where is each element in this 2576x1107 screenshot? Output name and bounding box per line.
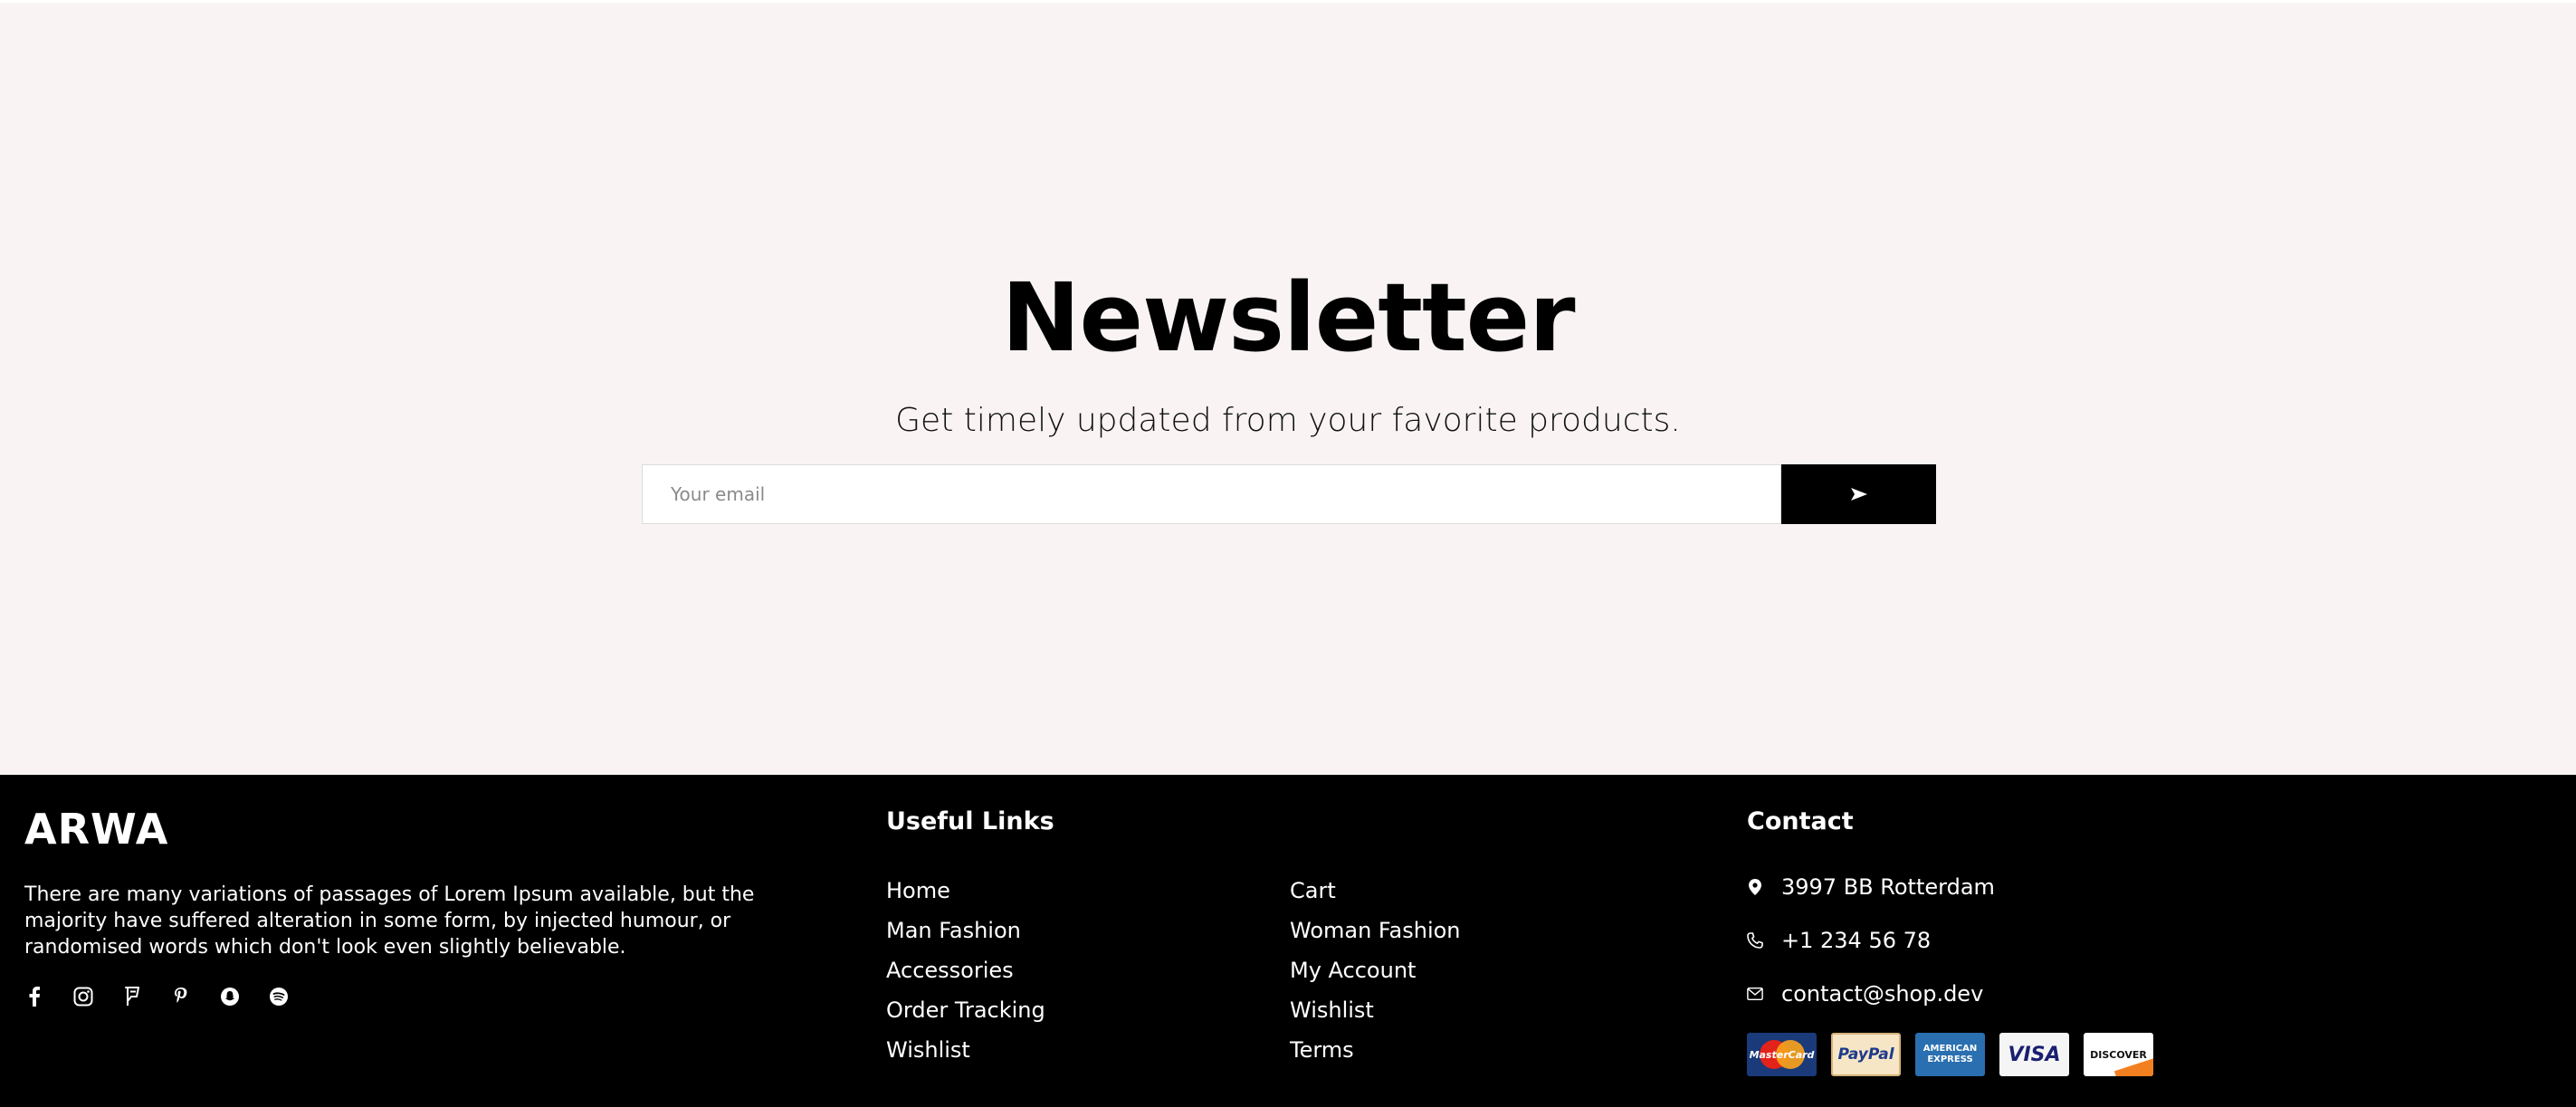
american-express-icon: AMERICAN EXPRESS — [1915, 1033, 1985, 1076]
mastercard-icon: MasterCard — [1747, 1033, 1817, 1076]
useful-links-right: Cart Woman Fashion My Account Wishlist T… — [1290, 871, 1461, 1070]
footer-link-accessories[interactable]: Accessories — [886, 950, 1045, 990]
footer-link-wishlist[interactable]: Wishlist — [886, 1030, 1045, 1070]
facebook-icon[interactable] — [24, 987, 44, 1007]
social-links — [24, 987, 289, 1007]
payment-methods: MasterCard PayPal AMERICAN EXPRESS VISA … — [1747, 1033, 2153, 1076]
phone-icon — [1747, 932, 1763, 949]
newsletter-subtitle: Get timely updated from your favorite pr… — [895, 402, 1681, 439]
pinterest-icon[interactable] — [171, 987, 191, 1007]
contact-address-text: 3997 BB Rotterdam — [1781, 874, 1995, 900]
visa-icon: VISA — [1999, 1033, 2069, 1076]
footer-about-text: There are many variations of passages of… — [24, 883, 755, 959]
subscribe-button[interactable] — [1781, 464, 1936, 524]
email-input[interactable] — [642, 464, 1781, 524]
contact-phone-text[interactable]: +1 234 56 78 — [1781, 928, 1931, 953]
footer-link-cart[interactable]: Cart — [1290, 871, 1461, 911]
mail-icon — [1747, 986, 1763, 1002]
newsletter-section: Newsletter Get timely updated from your … — [0, 3, 2576, 775]
footer-link-man-fashion[interactable]: Man Fashion — [886, 911, 1045, 950]
contact-email-text[interactable]: contact@shop.dev — [1781, 981, 1983, 1007]
discover-icon: DISCOVER — [2084, 1033, 2153, 1076]
footer-link-my-account[interactable]: My Account — [1290, 950, 1461, 990]
site-footer: ARWA There are many variations of passag… — [0, 775, 2576, 1107]
paypal-icon: PayPal — [1831, 1033, 1901, 1076]
foursquare-icon[interactable] — [122, 987, 142, 1007]
footer-link-woman-fashion[interactable]: Woman Fashion — [1290, 911, 1461, 950]
newsletter-title: Newsletter — [1001, 262, 1576, 373]
snapchat-icon[interactable] — [220, 987, 240, 1007]
send-arrow-icon — [1850, 488, 1867, 501]
footer-link-wishlist-2[interactable]: Wishlist — [1290, 990, 1461, 1030]
location-pin-icon — [1747, 879, 1763, 895]
useful-links-left: Home Man Fashion Accessories Order Track… — [886, 871, 1045, 1070]
useful-links-title: Useful Links — [886, 807, 1054, 835]
footer-link-terms[interactable]: Terms — [1290, 1030, 1461, 1070]
footer-link-order-tracking[interactable]: Order Tracking — [886, 990, 1045, 1030]
instagram-icon[interactable] — [73, 987, 93, 1007]
footer-link-home[interactable]: Home — [886, 871, 1045, 911]
spotify-icon[interactable] — [269, 987, 289, 1007]
brand-logo[interactable]: ARWA — [24, 802, 168, 856]
contact-email: contact@shop.dev — [1747, 981, 1983, 1007]
contact-phone: +1 234 56 78 — [1747, 928, 1931, 953]
newsletter-form — [642, 464, 1936, 524]
contact-address: 3997 BB Rotterdam — [1747, 874, 1995, 900]
contact-title: Contact — [1747, 807, 1854, 835]
